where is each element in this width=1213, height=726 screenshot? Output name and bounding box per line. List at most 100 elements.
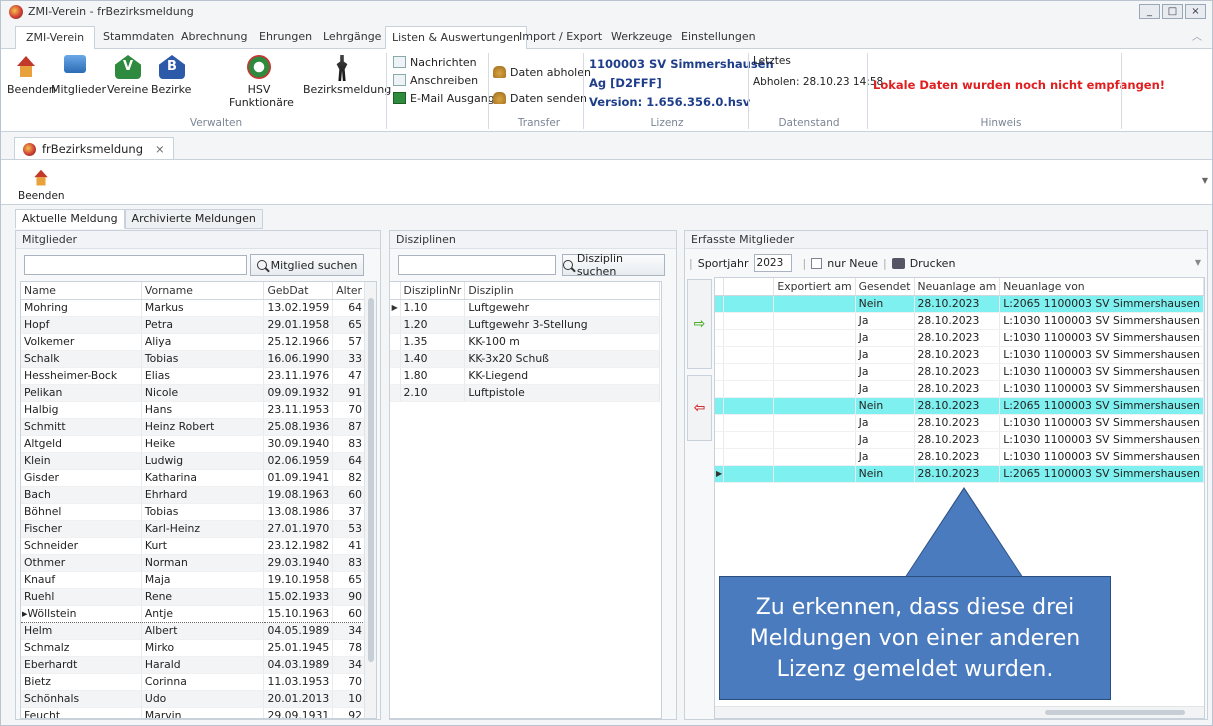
anschreiben-button[interactable]: Anschreiben xyxy=(393,71,478,89)
table-row[interactable]: Halbig Hans 23.11.1953 70 xyxy=(21,401,366,419)
tab-werkzeuge[interactable]: Werkzeuge xyxy=(609,26,674,49)
bezirke-button[interactable]: B Bezirke xyxy=(151,55,191,96)
col-alter[interactable]: Alter xyxy=(332,282,366,300)
tab-ehrungen[interactable]: Ehrungen xyxy=(257,26,314,49)
email-ausgang-button[interactable]: E-Mail Ausgang xyxy=(393,89,495,107)
table-row[interactable]: Schalk Tobias 16.06.1990 33 xyxy=(21,350,366,368)
row-indicator xyxy=(715,431,725,449)
alter-cell: 60 xyxy=(332,604,366,623)
drucken-button[interactable]: Drucken xyxy=(910,257,956,270)
table-row[interactable]: Pelikan Nicole 09.09.1932 91 xyxy=(21,384,366,402)
table-row[interactable]: Knauf Maja 19.10.1958 65 xyxy=(21,571,366,589)
tab-abrechnung[interactable]: Abrechnung xyxy=(179,26,249,49)
tab-aktuelle-meldung[interactable]: Aktuelle Meldung xyxy=(15,209,125,229)
table-row[interactable]: Mohring Markus 13.02.1959 64 xyxy=(21,299,366,317)
table-row[interactable]: Volkemer Aliya 25.12.1966 57 xyxy=(21,333,366,351)
tab-listen-auswertungen[interactable]: Listen & Auswertungen xyxy=(385,26,528,49)
col-disziplin[interactable]: Disziplin xyxy=(464,282,660,300)
table-row[interactable]: ▶ Nein 28.10.2023 L:2065 1100003 SV Simmers… xyxy=(715,465,1204,483)
close-tab-icon[interactable]: × xyxy=(155,142,165,156)
table-row[interactable]: Bietz Corinna 11.03.1953 70 xyxy=(21,673,366,691)
erfasste-dropdown-icon[interactable]: ▼ xyxy=(1195,258,1201,267)
table-row[interactable]: Helm Albert 04.05.1989 34 xyxy=(21,622,366,640)
table-row[interactable]: ▶ 1.10 Luftgewehr xyxy=(390,299,660,317)
daten-abholen-button[interactable]: Daten abholen xyxy=(493,63,591,81)
mitglied-suchen-button[interactable]: Mitglied suchen xyxy=(250,254,364,276)
table-row[interactable]: Ja 28.10.2023 L:1030 1100003 SV Simmershau… xyxy=(715,431,1204,449)
nachrichten-button[interactable]: Nachrichten xyxy=(393,53,477,71)
table-row[interactable]: Schmalz Mirko 25.01.1945 78 xyxy=(21,639,366,657)
mitglieder-panel: Mitglieder Mitglied suchen Name Vorname … xyxy=(15,230,381,720)
tab-import-export[interactable]: Import / Export xyxy=(517,26,604,49)
mitglieder-scrollbar[interactable] xyxy=(364,282,376,718)
doc-tab-frbezirksmeldung[interactable]: frBezirksmeldung × xyxy=(14,137,174,160)
col-vorname[interactable]: Vorname xyxy=(141,282,265,300)
close-button[interactable]: × xyxy=(1185,4,1206,19)
table-row[interactable]: Klein Ludwig 02.06.1959 64 xyxy=(21,452,366,470)
vorname-cell: Maja xyxy=(141,571,265,589)
member-cell xyxy=(723,329,775,347)
table-row[interactable]: 1.40 KK-3x20 Schuß xyxy=(390,350,660,368)
col-disziplinnr[interactable]: DisziplinNr xyxy=(400,282,466,300)
table-row[interactable]: Böhnel Tobias 13.08.1986 37 xyxy=(21,503,366,521)
toolbar-beenden-button[interactable]: Beenden xyxy=(18,166,65,202)
table-row[interactable]: Eberhardt Harald 04.03.1989 34 xyxy=(21,656,366,674)
col-gebdat[interactable]: GebDat xyxy=(263,282,334,300)
bezirksmeldung-button[interactable]: Bezirksmeldung xyxy=(303,55,391,96)
hsv-funktionaere-button[interactable]: HSV Funktionäre xyxy=(229,55,294,109)
table-row[interactable]: Ja 28.10.2023 L:1030 1100003 SV Simmershau… xyxy=(715,312,1204,330)
col-exportiert-am[interactable]: Exportiert am xyxy=(773,278,856,296)
table-row[interactable]: 1.20 Luftgewehr 3-Stellung xyxy=(390,316,660,334)
table-row[interactable]: Ja 28.10.2023 L:1030 1100003 SV Simmershau… xyxy=(715,346,1204,364)
daten-senden-button[interactable]: Daten senden xyxy=(493,89,587,107)
table-row[interactable]: Nein 28.10.2023 L:2065 1100003 SV Simmersh… xyxy=(715,397,1204,415)
table-row[interactable]: Ja 28.10.2023 L:1030 1100003 SV Simmershau… xyxy=(715,414,1204,432)
beenden-button[interactable]: Beenden xyxy=(7,55,56,96)
tab-stammdaten[interactable]: Stammdaten xyxy=(101,26,176,49)
table-row[interactable]: Ruehl Rene 15.02.1933 90 xyxy=(21,588,366,606)
table-row[interactable]: Hopf Petra 29.01.1958 65 xyxy=(21,316,366,334)
table-row[interactable]: Hessheimer-Bock Elias 23.11.1976 47 xyxy=(21,367,366,385)
col-name[interactable]: Name xyxy=(21,282,142,300)
disziplin-suchen-button[interactable]: Disziplin suchen xyxy=(562,252,665,278)
table-row[interactable]: 1.80 KK-Liegend xyxy=(390,367,660,385)
mitglied-search-input[interactable] xyxy=(24,255,247,275)
col-neuanlage-von[interactable]: Neuanlage von xyxy=(999,278,1204,296)
tab-zmi-verein[interactable]: ZMI-Verein xyxy=(15,26,96,50)
table-row[interactable]: Fischer Karl-Heinz 27.01.1970 53 xyxy=(21,520,366,538)
table-row[interactable]: Ja 28.10.2023 L:1030 1100003 SV Simmershau… xyxy=(715,448,1204,466)
add-to-list-button[interactable]: ⇨ xyxy=(687,279,712,369)
tab-einstellungen[interactable]: Einstellungen xyxy=(679,26,758,49)
maximize-button[interactable]: □ xyxy=(1162,4,1183,19)
table-row[interactable]: 1.35 KK-100 m xyxy=(390,333,660,351)
table-row[interactable]: Gisder Katharina 01.09.1941 82 xyxy=(21,469,366,487)
remove-from-list-button[interactable]: ⇦ xyxy=(687,375,712,441)
table-row[interactable]: 2.10 Luftpistole xyxy=(390,384,660,402)
table-row[interactable]: Feucht Marvin 29.09.1931 92 xyxy=(21,707,366,718)
nur-neue-checkbox[interactable] xyxy=(811,257,823,269)
tab-archivierte-meldungen[interactable]: Archivierte Meldungen xyxy=(124,209,263,229)
collapse-ribbon-icon[interactable]: ︿ xyxy=(1192,28,1202,43)
table-row[interactable]: Nein 28.10.2023 L:2065 1100003 SV Simmersh… xyxy=(715,295,1204,313)
table-row[interactable]: Altgeld Heike 30.09.1940 83 xyxy=(21,435,366,453)
table-row[interactable]: Ja 28.10.2023 L:1030 1100003 SV Simmershau… xyxy=(715,363,1204,381)
erfasste-hscrollbar[interactable] xyxy=(715,706,1204,718)
table-row[interactable]: Bach Ehrhard 19.08.1963 60 xyxy=(21,486,366,504)
table-row[interactable]: Schneider Kurt 23.12.1982 41 xyxy=(21,537,366,555)
toolbar-dropdown-icon[interactable]: ▼ xyxy=(1202,176,1208,185)
table-row[interactable]: Ja 28.10.2023 L:1030 1100003 SV Simmershau… xyxy=(715,329,1204,347)
minimize-button[interactable]: _ xyxy=(1139,4,1160,19)
table-row[interactable]: ▸Wöllstein Antje 15.10.1963 60 xyxy=(21,604,366,623)
table-row[interactable]: Othmer Norman 29.03.1940 83 xyxy=(21,554,366,572)
table-row[interactable]: Schmitt Heinz Robert 25.08.1936 87 xyxy=(21,418,366,436)
disziplin-search-input[interactable] xyxy=(398,255,556,275)
table-row[interactable]: Schönhals Udo 20.01.2013 10 xyxy=(21,690,366,708)
sportjahr-input[interactable]: 2023 xyxy=(753,254,792,272)
vereine-button[interactable]: V Vereine xyxy=(107,55,148,96)
tab-lehrgaenge[interactable]: Lehrgänge xyxy=(321,26,383,49)
table-row[interactable]: Ja 28.10.2023 L:1030 1100003 SV Simmershau… xyxy=(715,380,1204,398)
col-neuanlage-am[interactable]: Neuanlage am xyxy=(914,278,1001,296)
row-indicator xyxy=(715,363,725,381)
col-gesendet[interactable]: Gesendet xyxy=(855,278,915,296)
mitglieder-button[interactable]: Mitglieder xyxy=(51,55,106,96)
